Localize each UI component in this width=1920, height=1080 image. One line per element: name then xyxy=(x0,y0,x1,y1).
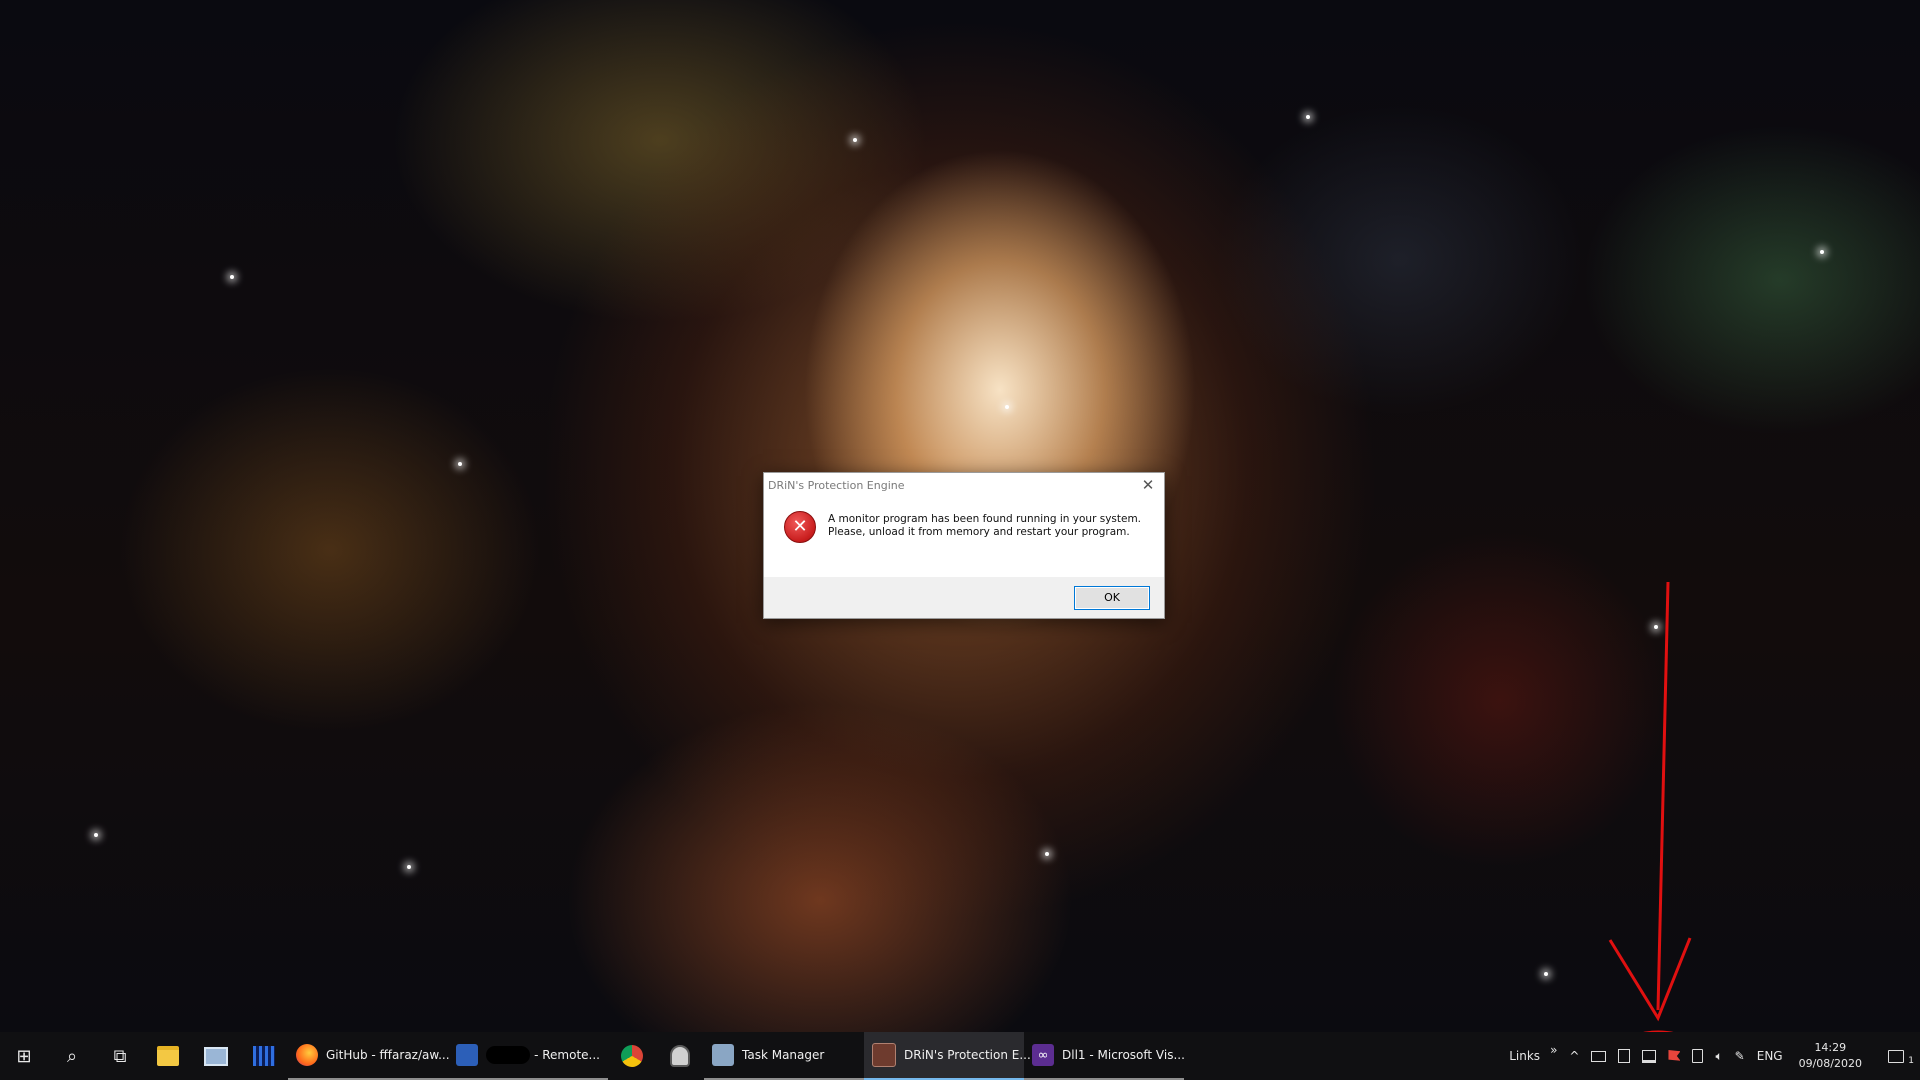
pen-workspace-button[interactable]: ✎ xyxy=(1729,1032,1751,1080)
remote-desktop-icon xyxy=(456,1044,478,1066)
dialog-titlebar[interactable]: DRiN's Protection Engine ✕ xyxy=(764,473,1164,497)
message-line-1: A monitor program has been found running… xyxy=(828,513,1142,525)
star xyxy=(407,865,411,869)
computer-icon xyxy=(204,1046,228,1066)
clock-time: 14:29 xyxy=(1814,1041,1847,1054)
notification-icon xyxy=(1888,1049,1904,1063)
message-line-2: Please, unload it from memory and restar… xyxy=(828,526,1130,538)
clipboard-icon xyxy=(1692,1049,1704,1063)
taskbar-app-drin[interactable]: DRiN's Protection E... xyxy=(864,1032,1031,1080)
star xyxy=(1005,405,1009,409)
overflow-icon: » xyxy=(1550,1043,1558,1057)
clock[interactable]: 14:29 09/08/2020 xyxy=(1789,1032,1872,1080)
dialog-footer: OK xyxy=(764,577,1164,618)
language-indicator[interactable]: ENG xyxy=(1751,1032,1789,1080)
star xyxy=(853,138,857,142)
red-flag-icon xyxy=(1668,1050,1681,1061)
clock-date: 09/08/2020 xyxy=(1798,1057,1862,1070)
visual-studio-icon: ∞ xyxy=(1032,1044,1054,1066)
star xyxy=(94,833,98,837)
monitor-icon xyxy=(1591,1050,1607,1062)
tray-icon-clipboard[interactable] xyxy=(1686,1032,1709,1080)
taskbar: ⊞ ⌕ ⧉ GitHub - fffaraz/aw... - Remote...… xyxy=(0,1032,1920,1080)
pen-icon: ✎ xyxy=(1734,1049,1745,1063)
taskbar-app-remote[interactable]: - Remote... xyxy=(448,1032,608,1080)
system-tray: Links » ^ 🔈︎ ✎ ENG 14:29 09/08/2020 1 xyxy=(1503,1032,1920,1080)
error-icon: ✕ xyxy=(784,511,816,543)
tray-icon-flag[interactable] xyxy=(1662,1032,1686,1080)
window-icon xyxy=(1618,1049,1631,1063)
windows-logo-icon: ⊞ xyxy=(16,1045,32,1067)
folder-icon xyxy=(157,1046,179,1066)
pinned-app-button[interactable] xyxy=(240,1032,288,1080)
chrome-icon xyxy=(621,1045,643,1067)
ok-button[interactable]: OK xyxy=(1074,585,1150,610)
helmet-icon xyxy=(670,1045,690,1067)
dialog-body: ✕ A monitor program has been found runni… xyxy=(764,497,1164,572)
taskbar-app-visual-studio[interactable]: ∞ Dll1 - Microsoft Vis... xyxy=(1024,1032,1185,1080)
task-manager-icon xyxy=(712,1044,734,1066)
star xyxy=(1045,852,1049,856)
tray-icon-display[interactable] xyxy=(1585,1032,1612,1080)
search-button[interactable]: ⌕ xyxy=(48,1032,96,1080)
taskbar-app-task-manager[interactable]: Task Manager xyxy=(704,1032,864,1080)
chevron-up-icon: ^ xyxy=(1569,1049,1580,1063)
file-explorer-button[interactable] xyxy=(144,1032,192,1080)
start-button[interactable]: ⊞ xyxy=(0,1032,48,1080)
firefox-icon xyxy=(296,1044,318,1066)
task-view-button[interactable]: ⧉ xyxy=(96,1032,144,1080)
tray-icon-network[interactable] xyxy=(1636,1032,1662,1080)
tray-icon-monitor-app[interactable] xyxy=(1612,1032,1636,1080)
taskbar-app-label: Dll1 - Microsoft Vis... xyxy=(1062,1048,1185,1062)
close-button[interactable]: ✕ xyxy=(1132,473,1164,497)
error-dialog: DRiN's Protection Engine ✕ ✕ A monitor p… xyxy=(763,472,1165,619)
taskbar-app-label: Task Manager xyxy=(742,1048,825,1062)
volume-button[interactable]: 🔈︎ xyxy=(1709,1032,1728,1080)
star xyxy=(1544,972,1548,976)
show-hidden-icons-button[interactable]: ^ xyxy=(1563,1032,1585,1080)
chrome-button[interactable] xyxy=(608,1032,656,1080)
close-icon: ✕ xyxy=(1141,476,1155,494)
taskbar-app-firefox[interactable]: GitHub - fffaraz/aw... xyxy=(288,1032,450,1080)
star xyxy=(1306,115,1310,119)
taskbar-app-label: DRiN's Protection E... xyxy=(904,1048,1031,1062)
pinned-app-button[interactable] xyxy=(656,1032,704,1080)
search-icon: ⌕ xyxy=(66,1045,78,1067)
pinned-app-button[interactable] xyxy=(192,1032,240,1080)
dialog-title: DRiN's Protection Engine xyxy=(768,478,905,492)
grid-app-icon xyxy=(253,1046,275,1066)
speaker-icon: 🔈︎ xyxy=(1715,1048,1723,1063)
action-center-button[interactable]: 1 xyxy=(1872,1032,1920,1080)
notification-count: 1 xyxy=(1908,1056,1914,1066)
star xyxy=(230,275,234,279)
network-icon xyxy=(1642,1049,1657,1063)
links-toolbar[interactable]: Links » xyxy=(1503,1032,1563,1080)
links-label: Links xyxy=(1509,1049,1541,1063)
task-view-icon: ⧉ xyxy=(113,1045,127,1067)
star xyxy=(1654,625,1658,629)
star xyxy=(1820,250,1824,254)
taskbar-app-label: GitHub - fffaraz/aw... xyxy=(326,1048,450,1062)
drin-app-icon xyxy=(872,1043,896,1067)
taskbar-app-label: - Remote... xyxy=(534,1048,600,1062)
redacted-text xyxy=(486,1046,531,1064)
dialog-message: A monitor program has been found running… xyxy=(828,513,1141,539)
star xyxy=(458,462,462,466)
